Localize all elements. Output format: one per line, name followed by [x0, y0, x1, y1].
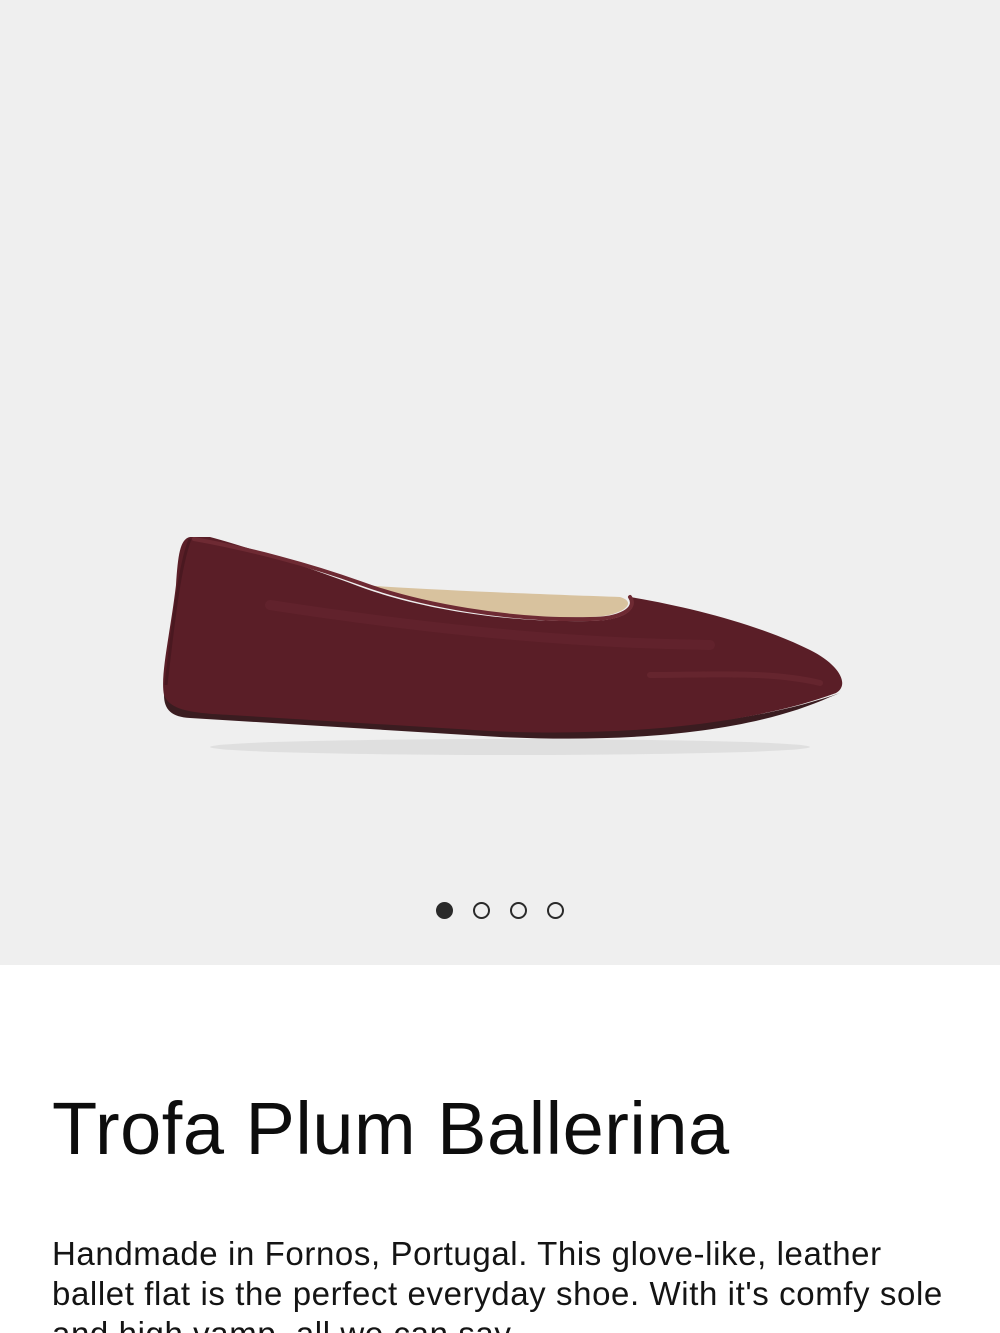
gallery-dot-1[interactable]	[436, 902, 453, 919]
product-image-gallery[interactable]	[0, 0, 1000, 965]
gallery-pagination	[0, 902, 1000, 919]
gallery-dot-4[interactable]	[547, 902, 564, 919]
product-title: Trofa Plum Ballerina	[52, 1087, 730, 1170]
product-image[interactable]	[150, 525, 850, 765]
product-description: Handmade in Fornos, Portugal. This glove…	[52, 1235, 943, 1333]
gallery-dot-3[interactable]	[510, 902, 527, 919]
gallery-dot-2[interactable]	[473, 902, 490, 919]
